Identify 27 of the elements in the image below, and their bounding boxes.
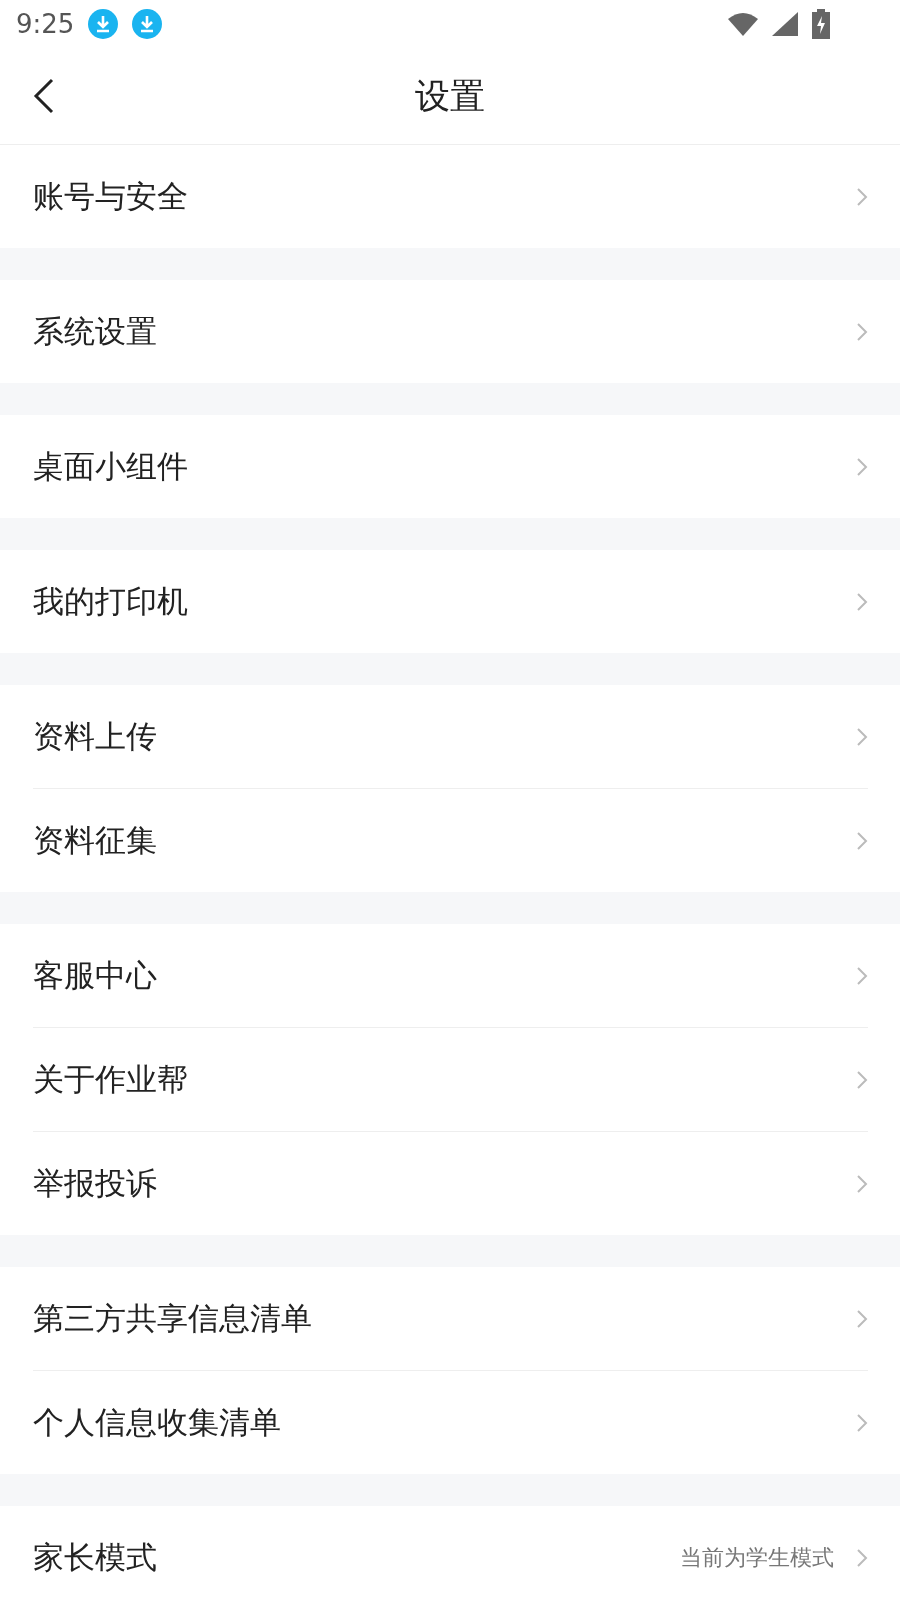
signal-icon	[772, 12, 798, 36]
chevron-right-icon	[856, 321, 868, 342]
page-title: 设置	[415, 74, 485, 118]
chevron-right-icon	[856, 965, 868, 986]
back-icon	[33, 78, 55, 114]
settings-item[interactable]: 资料上传	[33, 685, 868, 788]
chevron-right-icon	[856, 1173, 868, 1194]
chevron-right-icon	[856, 456, 868, 477]
download-icon	[132, 9, 163, 39]
settings-item[interactable]: 客服中心	[33, 924, 868, 1027]
chevron-right-icon	[856, 726, 868, 747]
status-time: 9:25	[16, 9, 75, 39]
settings-item[interactable]: 第三方共享信息清单	[33, 1267, 868, 1370]
chevron-right-icon	[856, 1412, 868, 1433]
chevron-right-icon	[856, 1069, 868, 1090]
chevron-right-icon	[856, 830, 868, 851]
battery-charging-icon	[812, 9, 830, 39]
settings-item[interactable]: 个人信息收集清单	[33, 1370, 868, 1474]
chevron-right-icon	[856, 1547, 868, 1568]
settings-item[interactable]: 举报投诉	[33, 1131, 868, 1235]
wifi-icon	[728, 12, 758, 36]
chevron-right-icon	[856, 591, 868, 612]
settings-item[interactable]: 资料征集	[33, 788, 868, 892]
chevron-right-icon	[856, 186, 868, 207]
chevron-right-icon	[856, 1308, 868, 1329]
download-icon	[88, 9, 119, 39]
settings-item[interactable]: 关于作业帮	[33, 1027, 868, 1131]
